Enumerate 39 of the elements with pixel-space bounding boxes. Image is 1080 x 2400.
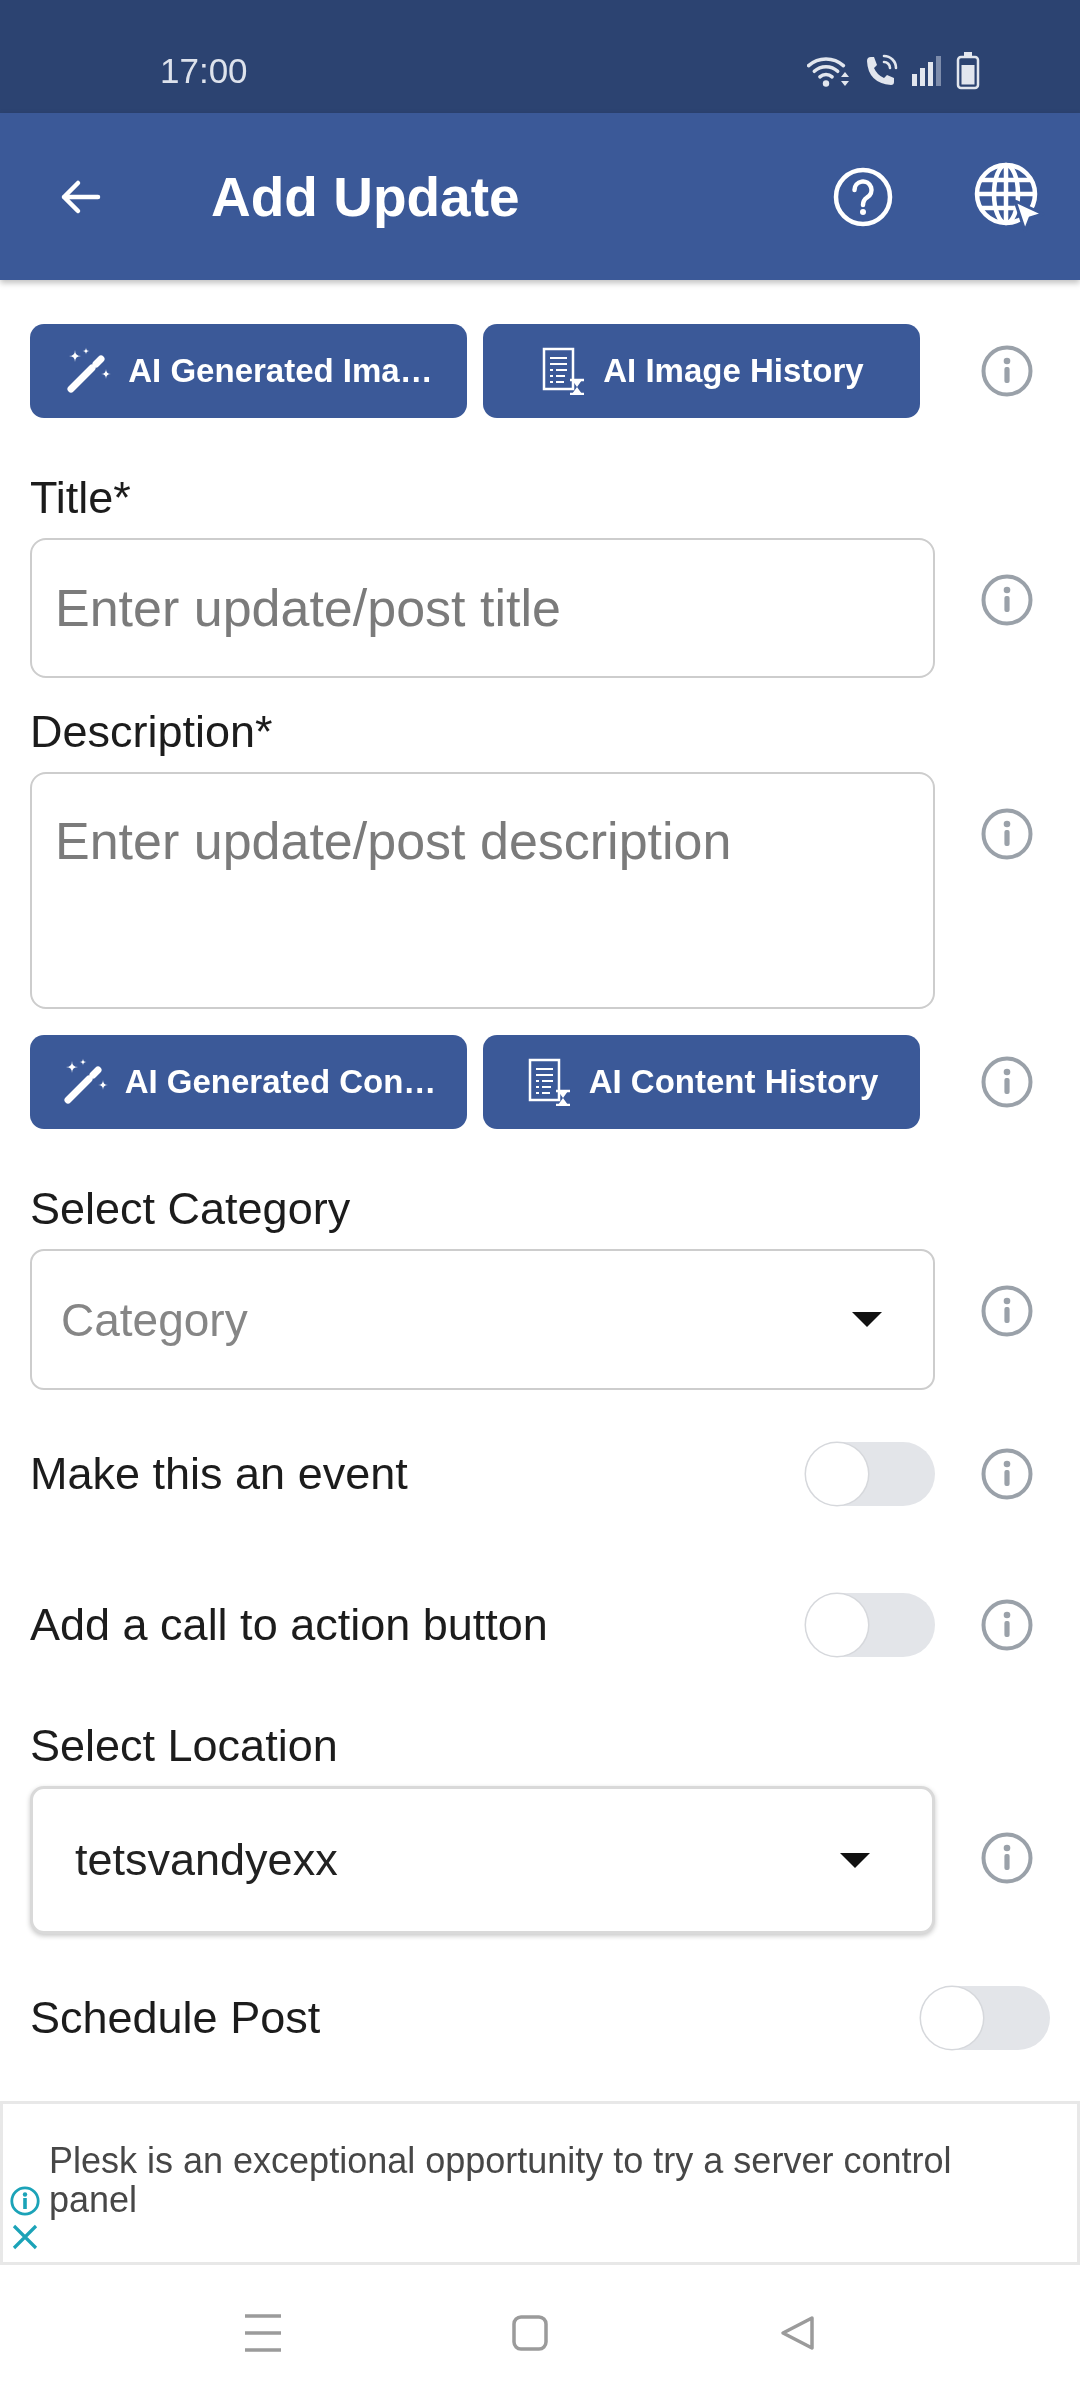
screen-title: Add Update xyxy=(211,164,521,229)
toggle-switch[interactable] xyxy=(805,1593,935,1657)
text-area[interactable]: Enter update/post description xyxy=(30,772,935,1009)
field-label: Title* xyxy=(30,471,132,525)
ai-history-button[interactable]: AI Content History xyxy=(483,1035,920,1129)
toggle-switch[interactable] xyxy=(920,1986,1050,2050)
status-time: 17:00 xyxy=(160,50,248,91)
select-dropdown[interactable]: tetsvandyexx xyxy=(30,1786,935,1934)
field-label: Description* xyxy=(30,705,274,759)
toggle-label: Make this an event xyxy=(30,1448,409,1500)
signal-icon xyxy=(912,55,942,86)
close-icon[interactable] xyxy=(11,2224,38,2250)
info-icon[interactable] xyxy=(981,1285,1033,1337)
info-icon[interactable] xyxy=(981,1832,1033,1884)
ai-history-button[interactable]: AI Image History xyxy=(483,324,920,418)
home-icon[interactable] xyxy=(512,2314,548,2351)
info-icon[interactable] xyxy=(981,1599,1033,1651)
field-label: Select Category xyxy=(30,1182,352,1236)
ad-text: Plesk is an exceptional opportunity to try a server control panel xyxy=(48,2139,953,2222)
info-icon[interactable] xyxy=(981,345,1033,397)
caret-down-icon xyxy=(852,1312,882,1327)
toggle-switch[interactable] xyxy=(805,1442,935,1506)
ad-info-icon[interactable] xyxy=(9,2186,40,2216)
select-dropdown[interactable]: Category xyxy=(30,1249,935,1390)
info-icon[interactable] xyxy=(981,808,1033,860)
toggle-label: Schedule Post xyxy=(30,1992,322,2044)
menu-icon[interactable] xyxy=(245,2312,281,2353)
help-icon[interactable] xyxy=(833,166,893,227)
ai-generate-button[interactable]: AI Generated Con… xyxy=(30,1035,467,1129)
info-icon[interactable] xyxy=(981,574,1033,626)
toggle-label: Add a call to action button xyxy=(30,1599,549,1651)
caret-down-icon xyxy=(840,1852,870,1868)
back-icon[interactable] xyxy=(779,2314,815,2351)
info-icon[interactable] xyxy=(981,1056,1033,1108)
info-icon[interactable] xyxy=(981,1448,1033,1500)
text-input[interactable]: Enter update/post title xyxy=(30,538,935,678)
ai-generate-button[interactable]: AI Generated Ima… xyxy=(30,324,467,418)
battery-icon xyxy=(956,51,980,90)
field-label: Select Location xyxy=(30,1719,339,1773)
